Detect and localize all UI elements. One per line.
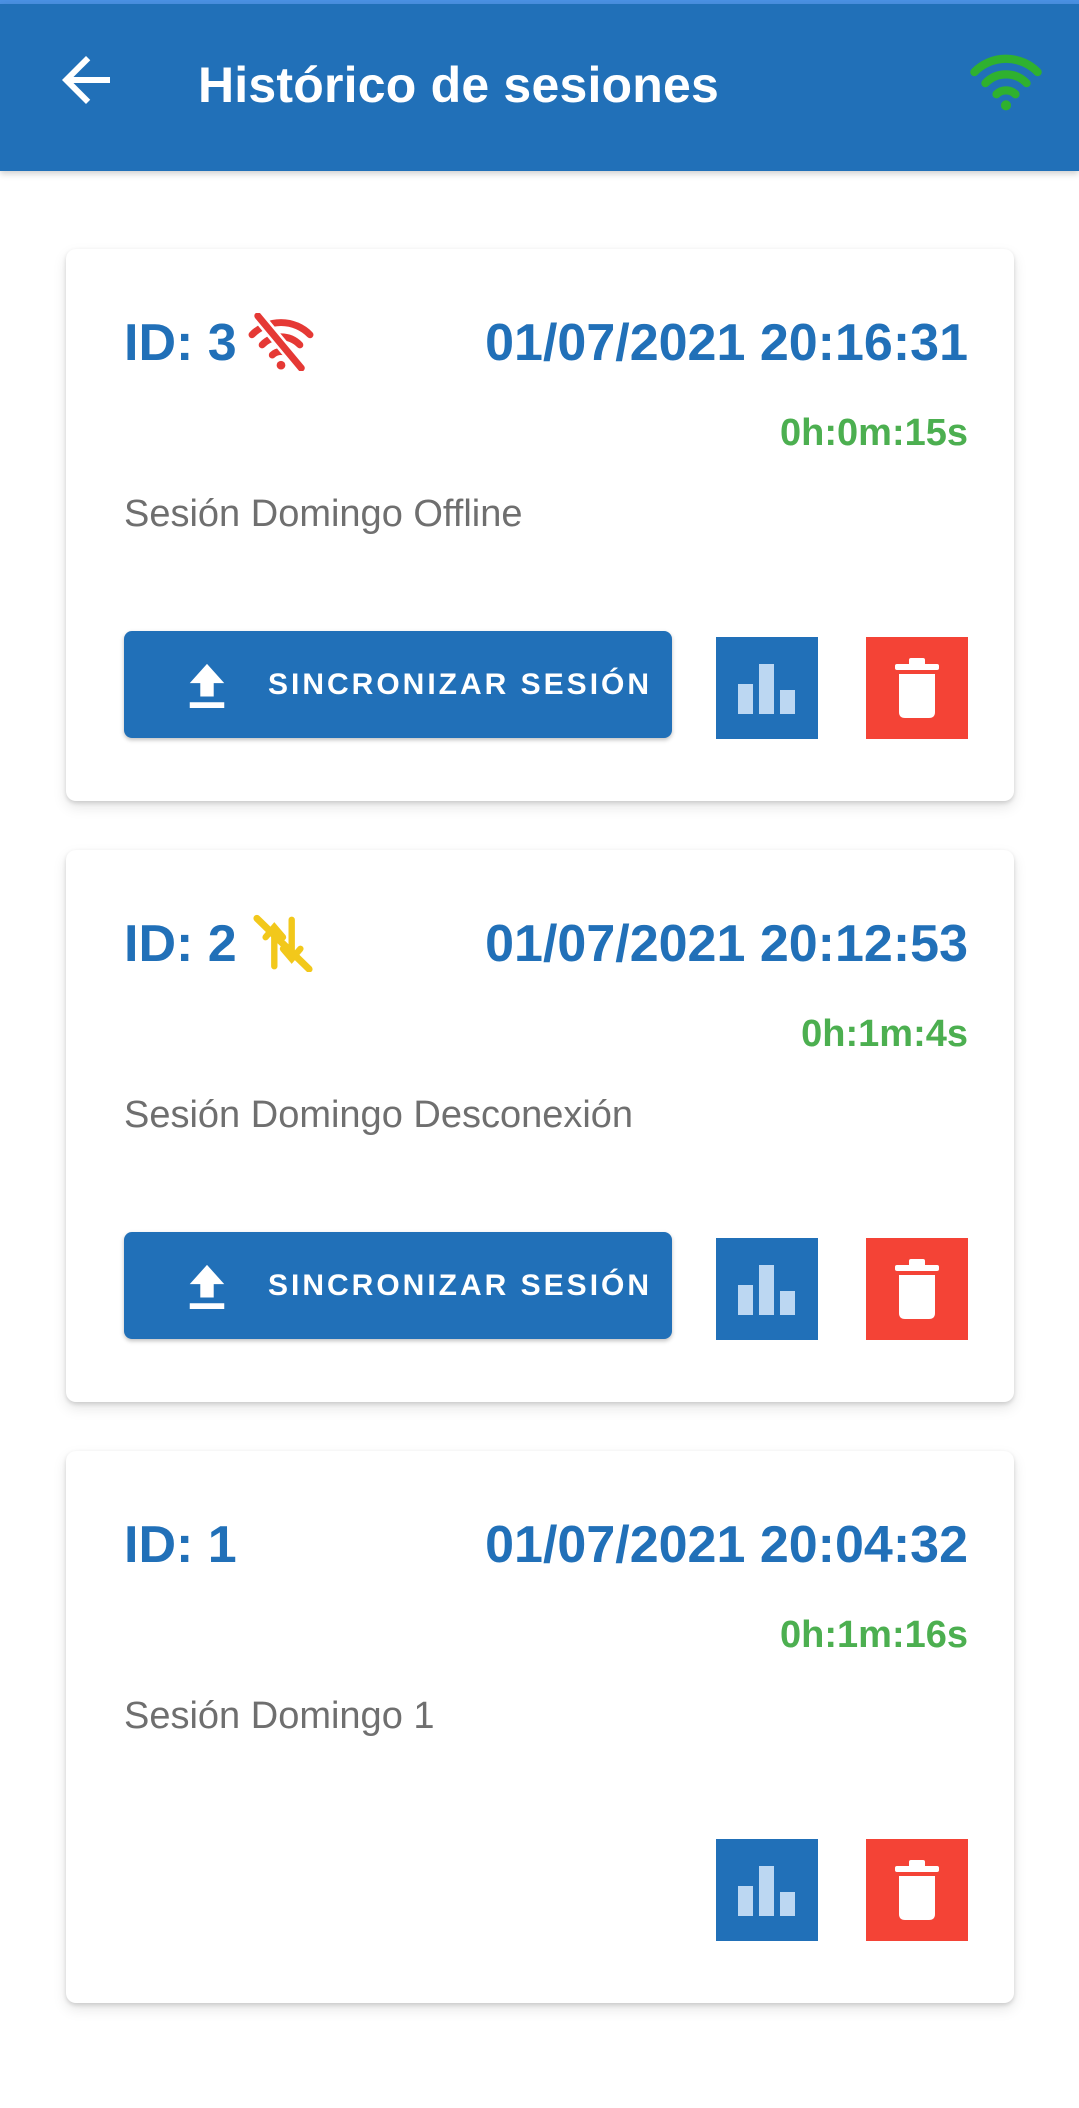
delete-button[interactable]: [866, 1839, 968, 1941]
trash-icon: [895, 1860, 939, 1920]
sync-session-label: SINCRONIZAR SESIÓN: [268, 1268, 653, 1302]
session-id: ID: 1: [124, 1516, 237, 1574]
stats-button[interactable]: [716, 1238, 818, 1340]
session-duration: 0h:1m:16s: [780, 1614, 968, 1656]
session-name: Sesión Domingo Desconexión: [124, 1094, 634, 1136]
sync-session-button[interactable]: SINCRONIZAR SESIÓN: [124, 631, 672, 738]
session-id: ID: 3: [124, 314, 237, 372]
stats-button[interactable]: [716, 637, 818, 739]
session-date: 01/07/2021 20:16:31: [485, 314, 968, 372]
bar-chart-icon: [738, 1265, 795, 1315]
session-name: Sesión Domingo 1: [124, 1695, 435, 1737]
sync-session-button[interactable]: SINCRONIZAR SESIÓN: [124, 1232, 672, 1339]
session-duration: 0h:0m:15s: [780, 412, 968, 454]
sync-session-label: SINCRONIZAR SESIÓN: [268, 667, 653, 701]
delete-button[interactable]: [866, 1238, 968, 1340]
wifi-icon: [970, 54, 1042, 111]
session-card: ID: 1 01/07/2021 20:04:32 0h:1m:16s Sesi…: [66, 1451, 1014, 2003]
session-card: ID: 3 01/07/2021 20:16:31 0h:0m:15s Sesi…: [66, 249, 1014, 801]
page-title: Histórico de sesiones: [198, 57, 720, 113]
session-id: ID: 2: [124, 915, 237, 973]
stats-button[interactable]: [716, 1839, 818, 1941]
session-date: 01/07/2021 20:04:32: [485, 1516, 968, 1574]
sync-disabled-icon: [253, 914, 313, 972]
trash-icon: [895, 658, 939, 718]
upload-icon: [189, 663, 225, 708]
back-button[interactable]: [46, 40, 126, 120]
bar-chart-icon: [738, 1866, 795, 1916]
app-bar: Histórico de sesiones: [0, 4, 1079, 171]
arrow-back-icon: [62, 56, 110, 104]
bar-chart-icon: [738, 664, 795, 714]
session-duration: 0h:1m:4s: [801, 1013, 968, 1055]
session-card: ID: 2 01/07/2021 20:12:53 0h:1m:4s Sesió…: [66, 850, 1014, 1402]
wifi-off-icon: [248, 313, 314, 371]
delete-button[interactable]: [866, 637, 968, 739]
session-name: Sesión Domingo Offline: [124, 493, 523, 535]
session-date: 01/07/2021 20:12:53: [485, 915, 968, 973]
trash-icon: [895, 1259, 939, 1319]
upload-icon: [189, 1264, 225, 1309]
